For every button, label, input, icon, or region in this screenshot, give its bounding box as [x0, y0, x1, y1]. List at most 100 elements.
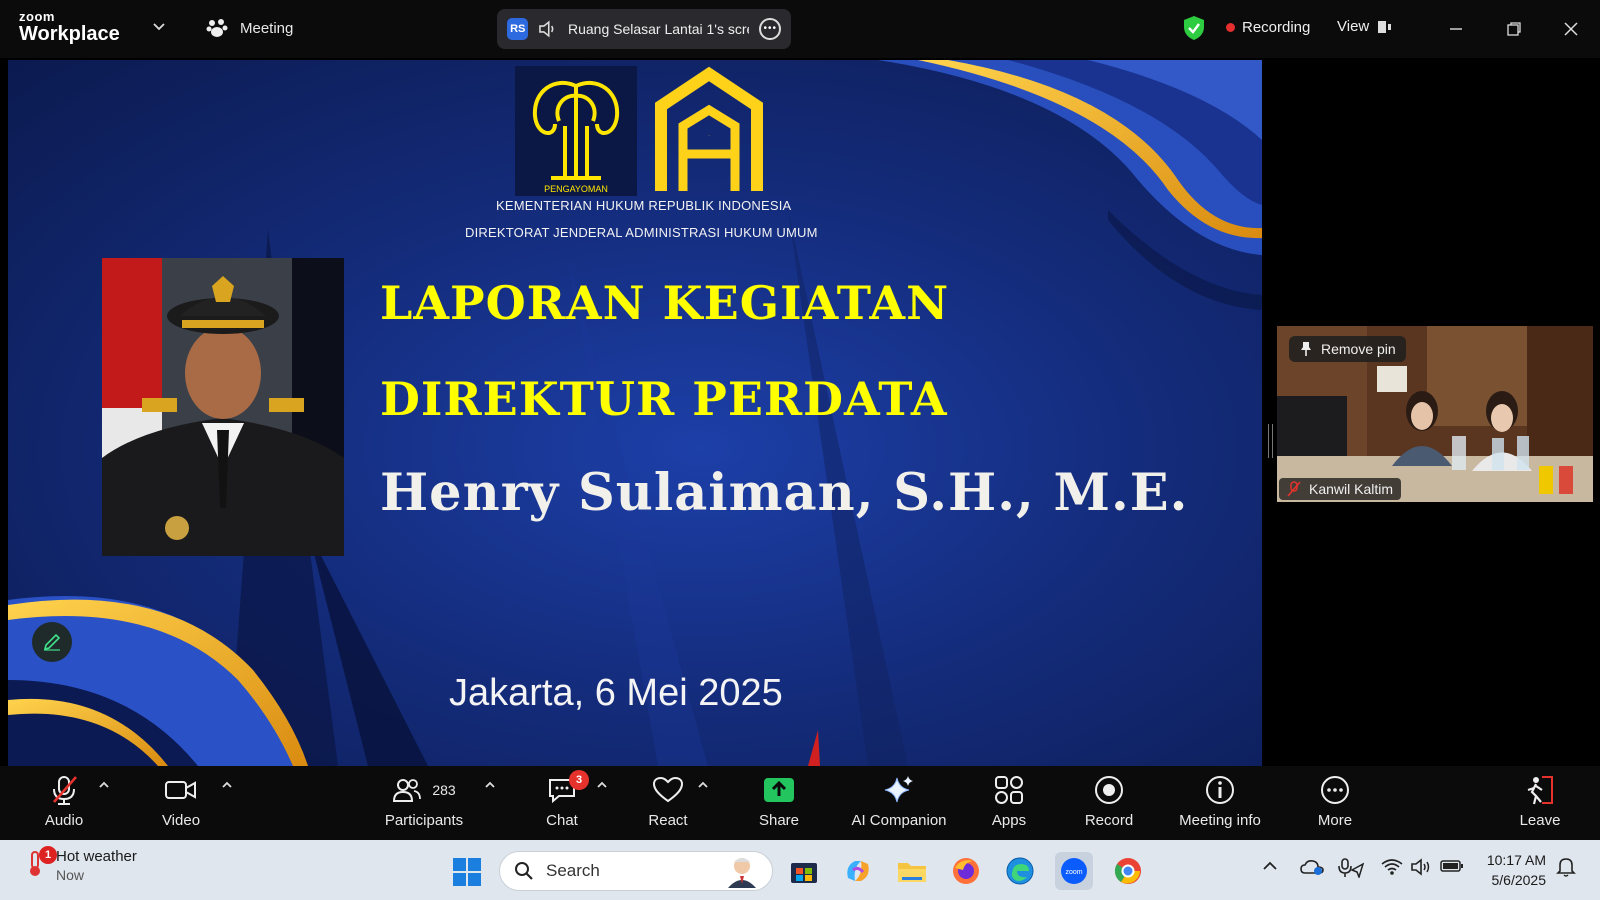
video-camera-icon — [165, 781, 196, 799]
share-button[interactable]: Share — [724, 772, 834, 829]
video-button[interactable]: Video — [126, 772, 236, 829]
participants-count: 283 — [432, 782, 456, 798]
chat-unread-badge: 3 — [569, 770, 589, 790]
meeting-info-button[interactable]: Meeting info — [1155, 772, 1285, 829]
muted-microphone-icon — [53, 776, 77, 805]
firefox-icon[interactable] — [947, 852, 985, 890]
weather-alert-badge: 1 — [39, 846, 57, 864]
file-explorer-icon[interactable] — [893, 852, 931, 890]
more-dots-icon — [1321, 776, 1349, 804]
meeting-label: Meeting — [240, 19, 294, 37]
microsoft-store-icon[interactable] — [785, 852, 823, 890]
screen-share-indicator[interactable]: RS Ruang Selasar Lantai 1's screen ••• — [497, 9, 791, 49]
close-button[interactable] — [1556, 14, 1586, 44]
chat-options-caret-icon[interactable] — [596, 780, 608, 790]
clock-time: 10:17 AM — [1486, 852, 1546, 868]
leave-label: Leave — [1519, 812, 1561, 829]
minimize-icon — [1450, 28, 1462, 30]
zoom-title-bar: zoom Workplace Meeting RS Ruang Selasar … — [0, 0, 1600, 58]
search-placeholder: Search — [546, 861, 600, 880]
share-options-icon[interactable]: ••• — [759, 18, 782, 40]
slide-title-line2: DIREKTUR PERDATA — [380, 372, 948, 426]
meeting-controls: Audio Video 283 Participants 3 Chat Reac… — [0, 766, 1600, 840]
ahu-logo-icon: AHU — [655, 66, 763, 191]
pengayoman-emblem: PENGAYOMAN — [515, 66, 637, 196]
taskbar-search[interactable]: Search — [499, 851, 773, 891]
audio-label: Audio — [44, 812, 84, 829]
show-hidden-icons-chevron-icon[interactable] — [1262, 858, 1278, 874]
record-label: Record — [1084, 812, 1134, 829]
emblem-caption: PENGAYOMAN — [544, 184, 608, 194]
presenter-name: Henry Sulaiman, S.H., M.E. — [380, 463, 1189, 523]
edge-browser-icon[interactable] — [1001, 852, 1039, 890]
participants-paw-icon — [206, 19, 228, 37]
participants-icon — [393, 779, 422, 802]
encryption-shield-icon[interactable] — [1183, 15, 1205, 41]
view-layout-icon — [1378, 20, 1392, 33]
taskbar-clock[interactable]: 10:17 AM 5/6/2025 — [1474, 850, 1546, 890]
view-label: View — [1337, 18, 1370, 35]
battery-icon[interactable] — [1440, 858, 1464, 874]
pengayoman-tree-icon: PENGAYOMAN — [532, 80, 620, 194]
windows-start-icon[interactable] — [452, 857, 482, 887]
recording-dot-icon — [1226, 23, 1235, 32]
meeting-stage: PENGAYOMAN AHU KEMENTERIAN HUKUM REPUBLI… — [0, 58, 1600, 766]
participants-options-caret-icon[interactable] — [484, 780, 496, 790]
restore-button[interactable] — [1499, 14, 1529, 44]
participants-label: Participants — [384, 812, 464, 829]
ai-companion-button[interactable]: AI Companion — [834, 772, 964, 829]
pencil-icon — [43, 633, 61, 651]
more-button[interactable]: More — [1280, 772, 1390, 829]
zoom-workplace-logo: zoom Workplace — [19, 10, 120, 44]
ai-sparkle-icon — [884, 776, 913, 803]
video-options-caret-icon[interactable] — [221, 780, 233, 790]
apps-grid-icon — [995, 776, 1023, 804]
clock-date: 5/6/2025 — [1491, 872, 1547, 888]
onedrive-cloud-icon[interactable] — [1300, 858, 1324, 876]
zoom-app-icon[interactable]: zoom — [1055, 852, 1093, 890]
minimize-button[interactable] — [1441, 14, 1471, 44]
info-icon — [1206, 776, 1234, 804]
react-label: React — [648, 812, 688, 829]
weather-widget[interactable]: 1 Hot weather Now — [24, 846, 137, 883]
svg-text:zoom: zoom — [1065, 869, 1082, 876]
remove-pin-button[interactable]: Remove pin — [1289, 336, 1406, 362]
chevron-down-icon[interactable] — [152, 20, 166, 34]
audio-options-caret-icon[interactable] — [98, 780, 110, 790]
apps-button[interactable]: Apps — [954, 772, 1064, 829]
microphone-location-icon[interactable] — [1338, 858, 1364, 878]
org-name-line1: KEMENTERIAN HUKUM REPUBLIK INDONESIA — [496, 198, 792, 213]
leave-button[interactable]: Leave — [1485, 772, 1595, 829]
participant-video-tile[interactable]: Remove pin Kanwil Kaltim — [1277, 326, 1593, 502]
recording-indicator[interactable]: Recording — [1226, 19, 1310, 36]
speaker-icon[interactable] — [538, 20, 558, 38]
shared-slide: PENGAYOMAN AHU KEMENTERIAN HUKUM REPUBLI… — [8, 60, 1262, 766]
chat-label: Chat — [546, 812, 578, 829]
slide-date: Jakarta, 6 Mei 2025 — [449, 672, 783, 714]
annotate-button[interactable] — [32, 622, 72, 662]
video-label: Video — [161, 812, 201, 829]
react-options-caret-icon[interactable] — [697, 780, 709, 790]
participants-button[interactable]: 283 Participants — [354, 772, 494, 829]
more-label: More — [1317, 812, 1353, 829]
copilot-icon[interactable] — [839, 852, 877, 890]
notification-bell-icon[interactable] — [1556, 856, 1576, 878]
meeting-info-label: Meeting info — [1179, 812, 1261, 829]
volume-icon[interactable] — [1410, 858, 1432, 876]
panel-resize-handle[interactable] — [1268, 424, 1273, 458]
recording-label: Recording — [1242, 19, 1311, 36]
record-icon — [1095, 776, 1123, 804]
meeting-menu[interactable]: Meeting — [206, 18, 293, 38]
share-label: Share — [758, 812, 800, 829]
participant-name-tag: Kanwil Kaltim — [1279, 478, 1402, 500]
chrome-icon[interactable] — [1109, 852, 1147, 890]
slide-title-line1: LAPORAN KEGIATAN — [380, 276, 950, 330]
logo-brand-top: zoom — [19, 9, 55, 24]
ahu-logo: AHU — [653, 66, 765, 196]
portrait-image — [102, 258, 344, 556]
view-menu[interactable]: View — [1337, 18, 1393, 35]
record-button[interactable]: Record — [1054, 772, 1164, 829]
remove-pin-label: Remove pin — [1321, 341, 1396, 357]
wifi-icon[interactable] — [1381, 858, 1403, 876]
weather-title: Hot weather — [56, 848, 137, 865]
